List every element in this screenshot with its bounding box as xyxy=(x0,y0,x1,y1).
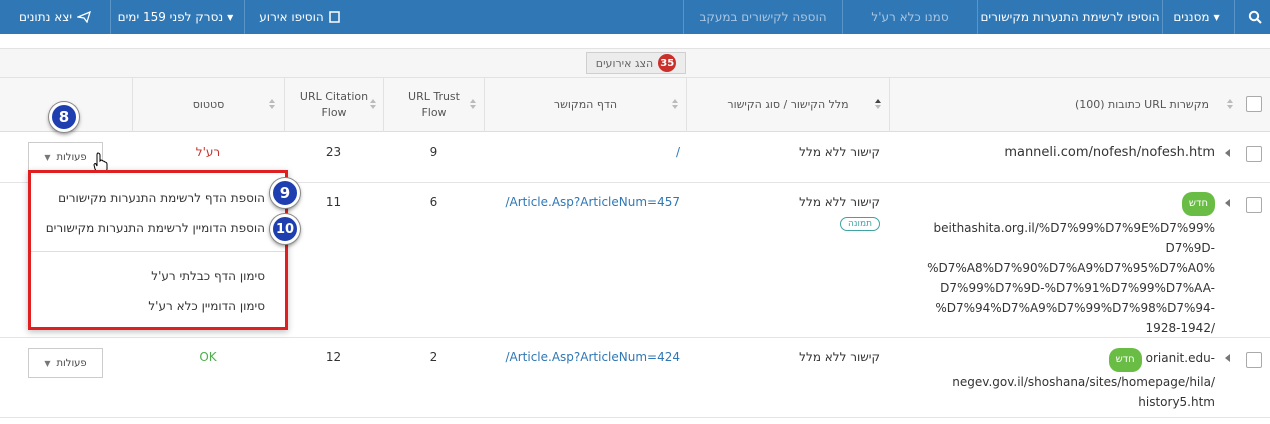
row-checkbox[interactable] xyxy=(1246,197,1262,213)
actions-dropdown[interactable]: פעולות ▼ xyxy=(28,348,103,378)
column-header-anchor-label: מלל הקישור / סוג הקישור xyxy=(727,98,849,111)
sort-icon xyxy=(269,99,275,109)
linking-url-line: D7%9D- xyxy=(1165,241,1215,255)
filters-dropdown[interactable]: מסננים ▼ xyxy=(1162,0,1234,34)
linking-url-line: negev.gov.il/shoshana/sites/homepage/hil… xyxy=(952,375,1215,389)
image-type-badge: תמונה xyxy=(840,217,880,231)
actions-label: פעולות xyxy=(56,357,87,369)
column-header-urls[interactable]: (100) כתובות URL מקשרות xyxy=(889,78,1239,132)
linking-url-line: beithashita.org.il/%D7%99%D7%9E%D7%99% xyxy=(933,221,1215,235)
new-badge: חדש xyxy=(1108,348,1142,372)
events-strip: 35 הצג אירועים xyxy=(0,48,1270,78)
export-button[interactable]: יצא נתונים xyxy=(0,0,110,34)
row-checkbox[interactable] xyxy=(1246,352,1262,368)
show-events-button[interactable]: 35 הצג אירועים xyxy=(586,52,686,74)
show-events-label: הצג אירועים xyxy=(595,56,654,70)
caret-down-icon: ▼ xyxy=(1213,12,1220,22)
paper-plane-icon xyxy=(77,11,92,23)
anchor-cell: קישור ללא מלל תמונה xyxy=(700,195,880,231)
mark-all-bad-label: סמנו כלא רע'ל xyxy=(871,10,949,24)
column-header-linked-page-label: הדף המקושר xyxy=(553,98,618,111)
actions-label: פעולות xyxy=(56,151,87,163)
column-header-status[interactable]: סטטוס xyxy=(132,78,284,132)
linking-url[interactable]: חדש beithashita.org.il/%D7%99%D7%9E%D7%9… xyxy=(885,192,1215,338)
status-value: OK xyxy=(199,350,217,364)
column-header-status-label: סטטוס xyxy=(192,98,225,111)
sort-icon xyxy=(1227,99,1233,109)
crawled-label: נסרק לפני 159 ימים xyxy=(117,10,224,24)
linking-url-line: orianit.edu- xyxy=(1145,351,1215,365)
sort-active-icon xyxy=(875,99,881,109)
linking-url[interactable]: manneli.com/nofesh/nofesh.htm xyxy=(895,143,1215,163)
linking-url-line: %D7%94%D7%A9%D7%99%D7%98%D7%94- xyxy=(935,301,1215,315)
column-header-linked-page[interactable]: הדף המקושר xyxy=(484,78,686,132)
citation-flow-value: 23 xyxy=(325,145,342,159)
row-checkbox[interactable] xyxy=(1246,146,1262,162)
linked-page[interactable]: /Article.Asp?ArticleNum=457 xyxy=(490,195,680,209)
new-badge: חדש xyxy=(1181,192,1215,216)
caret-down-icon: ▼ xyxy=(44,358,51,368)
linking-url-line: D7%99%D7%9D-%D7%91%D7%99%D7%AA- xyxy=(940,281,1215,295)
step-marker-9: 9 xyxy=(270,178,300,208)
table-row: חדש orianit.edu- negev.gov.il/shoshana/si… xyxy=(0,338,1270,418)
table-header: (100) כתובות URL מקשרות מלל הקישור / סוג… xyxy=(0,78,1270,132)
column-header-anchor[interactable]: מלל הקישור / סוג הקישור xyxy=(686,78,889,132)
step-marker-8: 8 xyxy=(49,102,79,132)
add-to-disavow-label: הוסיפו לרשימת התנערות מקישורים xyxy=(980,10,1160,24)
menu-divider xyxy=(31,251,285,252)
toolbar: מסננים ▼ הוסיפו לרשימת התנערות מקישורים … xyxy=(0,0,1270,34)
linking-url[interactable]: חדש orianit.edu- negev.gov.il/shoshana/si… xyxy=(895,348,1215,412)
events-count-badge: 35 xyxy=(658,54,677,72)
expand-row-icon[interactable] xyxy=(1225,199,1230,207)
status-value: רע'ל xyxy=(195,145,221,159)
linking-url-line: 1928-1942/ xyxy=(1145,321,1215,335)
anchor-text: קישור ללא מלל xyxy=(799,195,880,209)
actions-menu: הוספת הדף לרשימת התנערות מקישורים הוספת … xyxy=(28,170,288,330)
add-event-button[interactable]: הוסיפו אירוע xyxy=(244,0,354,34)
add-to-tracked-links-button[interactable]: הוספה לקישורים במעקב xyxy=(683,0,842,34)
linking-url-line: history5.htm xyxy=(1138,395,1215,409)
add-to-tracked-links-label: הוספה לקישורים במעקב xyxy=(699,10,827,24)
filters-label: מסננים xyxy=(1173,10,1210,24)
caret-down-icon: ▼ xyxy=(44,152,51,162)
column-header-trust-flow-label: URL Trust Flow xyxy=(408,90,460,119)
menu-add-page-to-disavow[interactable]: הוספת הדף לרשימת התנערות מקישורים xyxy=(58,191,265,205)
anchor-text: קישור ללא מלל xyxy=(799,145,880,159)
sort-icon xyxy=(672,99,678,109)
expand-row-icon[interactable] xyxy=(1225,149,1230,157)
anchor-text: קישור ללא מלל xyxy=(799,350,880,364)
search-icon xyxy=(1248,10,1262,24)
sort-icon xyxy=(470,99,476,109)
linking-url-line: %D7%A8%D7%90%D7%A9%D7%95%D7%A0% xyxy=(927,261,1215,275)
add-event-label: הוסיפו אירוע xyxy=(259,10,324,24)
trust-flow-value: 2 xyxy=(429,350,438,364)
crawled-dropdown[interactable]: נסרק לפני 159 ימים ▼ xyxy=(110,0,244,34)
step-marker-10: 10 xyxy=(270,214,300,244)
trust-flow-value: 9 xyxy=(429,145,438,159)
sort-icon xyxy=(370,99,376,109)
linked-page[interactable]: / xyxy=(490,145,680,159)
add-to-disavow-button[interactable]: הוסיפו לרשימת התנערות מקישורים xyxy=(977,0,1162,34)
search-button[interactable] xyxy=(1234,0,1270,34)
column-header-citation-flow-label: URL Citation Flow xyxy=(299,90,369,119)
linked-page[interactable]: /Article.Asp?ArticleNum=424 xyxy=(490,350,680,364)
column-header-urls-label: (100) כתובות URL מקשרות xyxy=(1074,98,1209,111)
mark-all-bad-button[interactable]: סמנו כלא רע'ל xyxy=(842,0,977,34)
menu-mark-page-ok[interactable]: סימון הדף כבלתי רע'ל xyxy=(151,269,265,283)
citation-flow-value: 12 xyxy=(325,350,342,364)
caret-down-icon: ▼ xyxy=(227,12,234,22)
select-all-checkbox[interactable] xyxy=(1246,96,1262,112)
export-label: יצא נתונים xyxy=(18,10,73,24)
actions-dropdown[interactable]: פעולות ▼ xyxy=(28,142,103,172)
note-icon xyxy=(328,11,340,23)
menu-mark-domain-ok[interactable]: סימון הדומיין כלא רע'ל xyxy=(148,299,265,313)
trust-flow-value: 6 xyxy=(429,195,438,209)
menu-add-domain-to-disavow[interactable]: הוספת הדומיין לרשימת התנערות מקישורים xyxy=(46,221,265,235)
expand-row-icon[interactable] xyxy=(1225,354,1230,362)
